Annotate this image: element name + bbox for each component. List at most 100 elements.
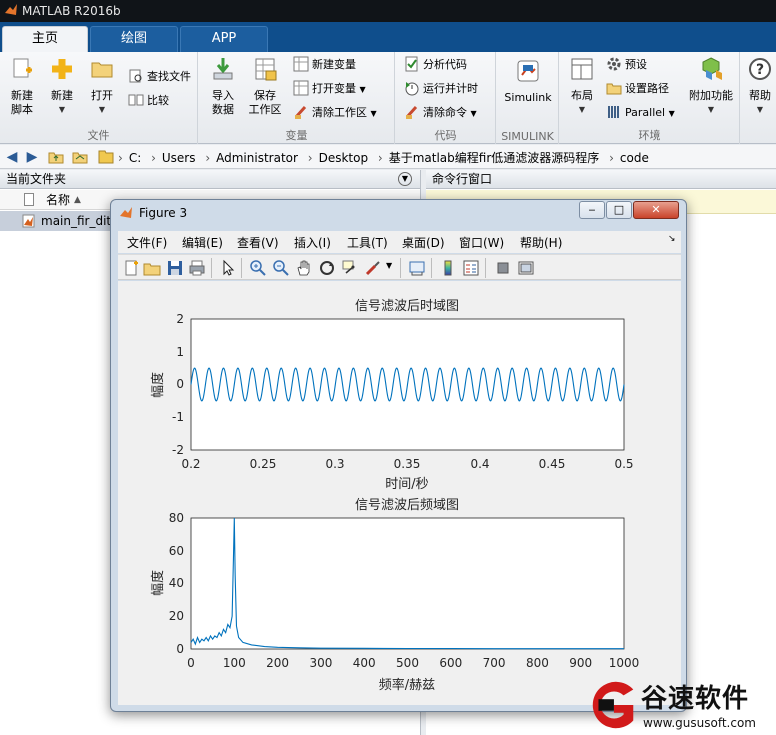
clear-commands-button[interactable]: 清除命令 ▼ [404, 102, 477, 124]
open-file-icon[interactable] [143, 259, 161, 277]
menu-insert[interactable]: 插入(I) [294, 234, 331, 251]
data-cursor-icon[interactable] [341, 259, 359, 277]
help-icon: ? [749, 58, 771, 80]
show-plot-tools-icon[interactable] [517, 259, 535, 277]
menu-window[interactable]: 窗口(W) [459, 234, 504, 251]
x-axis-label: 时间/秒 [385, 477, 428, 492]
breadcrumb-item[interactable]: C: [129, 151, 141, 165]
menu-desktop[interactable]: 桌面(D) [402, 234, 445, 251]
open-variable-button[interactable]: 打开变量 ▼ [293, 78, 366, 100]
breadcrumb-item[interactable]: Desktop [319, 151, 369, 165]
x-tick-label: 500 [396, 656, 419, 670]
x-axis-ticks: 0.2 0.25 0.3 0.35 0.4 0.45 0.5 [181, 457, 633, 471]
figure-title-bar[interactable]: Figure 3 ‒ □ ✕ [111, 200, 686, 226]
forward-arrow-icon[interactable]: ▶ [24, 149, 40, 165]
compare-button[interactable]: 比较 [128, 90, 169, 112]
up-folder-icon[interactable] [48, 149, 64, 165]
run-and-time-button[interactable]: 运行并计时 [404, 78, 478, 100]
chevron-down-icon: ▼ [707, 105, 715, 114]
hide-plot-tools-icon[interactable] [494, 259, 512, 277]
browse-folder-icon[interactable] [72, 149, 88, 165]
back-arrow-icon[interactable]: ◀ [4, 149, 20, 165]
y-axis-label: 幅度 [150, 372, 166, 398]
x-axis-ticks: 0 100 200 300 400 500 600 700 800 900 1000 [187, 656, 639, 670]
tab-plots[interactable]: 绘图 [90, 26, 178, 52]
svg-text:?: ? [756, 62, 764, 78]
app-title: MATLAB R2016b [22, 4, 121, 18]
colorbar-icon[interactable] [439, 259, 457, 277]
legend-icon[interactable] [462, 259, 480, 277]
menu-help[interactable]: 帮助(H) [520, 234, 562, 251]
analyze-code-button[interactable]: 分析代码 [404, 54, 467, 76]
gear-icon [607, 57, 621, 71]
new-button[interactable]: 新建 ▼ [44, 56, 80, 117]
layout-button[interactable]: 布局 ▼ [564, 56, 600, 117]
link-plot-icon[interactable] [408, 259, 426, 277]
menu-view[interactable]: 查看(V) [237, 234, 279, 251]
y-axis-ticks: 2 1 0 -1 -2 [172, 312, 184, 457]
menu-file[interactable]: 文件(F) [127, 234, 167, 251]
breadcrumb-item[interactable]: Administrator [216, 151, 298, 165]
dock-icon[interactable]: ↘ [668, 234, 676, 244]
panel-menu-icon[interactable]: ▼ [398, 172, 412, 186]
add-ons-button[interactable]: 附加功能 ▼ [684, 56, 738, 117]
file-icon [24, 193, 34, 206]
figure-title: Figure 3 [139, 206, 188, 220]
pointer-arrow-icon[interactable] [219, 259, 237, 277]
parallel-button[interactable]: Parallel ▼ [606, 102, 675, 124]
help-button[interactable]: ? 帮助 ▼ [744, 56, 776, 117]
menu-tools[interactable]: 工具(T) [347, 234, 388, 251]
simulink-button[interactable]: Simulink [501, 58, 555, 105]
x-tick-label: 0.4 [470, 457, 489, 471]
panel-title: 当前文件夹 [6, 172, 67, 186]
save-icon[interactable] [166, 259, 184, 277]
menu-edit[interactable]: 编辑(E) [182, 234, 223, 251]
import-data-button[interactable]: 导入 数据 [205, 56, 241, 117]
zoom-out-icon[interactable] [272, 259, 290, 277]
x-axis-label: 频率/赫兹 [379, 677, 435, 693]
ribbon-group-label: 变量 [285, 129, 308, 142]
y-tick-label: -2 [172, 443, 184, 457]
breadcrumb-item[interactable]: code [620, 151, 649, 165]
breadcrumb[interactable]: › C: › Users › Administrator › Desktop › 基于ma… [118, 149, 655, 166]
x-tick-label: 1000 [609, 656, 640, 670]
chevron-down-icon: ▼ [58, 105, 66, 114]
new-figure-icon[interactable] [122, 259, 140, 277]
gususoft-logo-icon [592, 681, 634, 729]
new-script-button[interactable]: 新建 脚本 [4, 56, 40, 117]
new-variable-button[interactable]: 新建变量 [293, 54, 356, 76]
app-title-bar: MATLAB R2016b [0, 0, 776, 22]
find-files-button[interactable]: 查找文件 [128, 66, 191, 88]
open-button[interactable]: 打开 ▼ [84, 56, 120, 117]
plot-area[interactable] [190, 517, 625, 650]
y-tick-label: 1 [176, 345, 184, 359]
tab-apps[interactable]: APP [180, 26, 268, 52]
preferences-button[interactable]: 预设 [606, 54, 647, 76]
ribbon-group-code: 分析代码 运行并计时 清除命令 ▼ 代码 [396, 52, 496, 144]
breadcrumb-item[interactable]: 基于matlab编程fir低通滤波器源码程序 [389, 151, 600, 165]
tab-home[interactable]: 主页 [2, 26, 88, 52]
zoom-in-icon[interactable] [249, 259, 267, 277]
save-workspace-button[interactable]: 保存 工作区 [245, 56, 285, 117]
chevron-down-icon[interactable]: ▼ [386, 261, 392, 270]
pan-hand-icon[interactable] [295, 259, 313, 277]
minimize-button[interactable]: ‒ [579, 201, 605, 219]
clear-workspace-button[interactable]: 清除工作区 ▼ [293, 102, 377, 124]
panel-header: 当前文件夹 ▼ [0, 170, 420, 189]
maximize-button[interactable]: □ [606, 201, 632, 219]
sort-arrow-icon: ▲ [74, 195, 81, 205]
ribbon-group-label: 代码 [434, 129, 457, 142]
print-icon[interactable] [188, 259, 206, 277]
watermark-logo: 谷速软件 www.gususoft.com [583, 672, 776, 735]
close-button[interactable]: ✕ [633, 201, 679, 219]
figure-toolbar: ▼ [118, 254, 681, 280]
find-files-icon [129, 69, 142, 83]
breadcrumb-item[interactable]: Users [162, 151, 196, 165]
brush-icon[interactable] [364, 259, 382, 277]
set-path-button[interactable]: 设置路径 [606, 78, 669, 100]
figure-window[interactable]: Figure 3 ‒ □ ✕ 文件(F) 编辑(E) 查看(V) 插入(I) 工… [110, 199, 687, 712]
rotate-3d-icon[interactable] [318, 259, 336, 277]
folder-icon [98, 150, 114, 164]
panel-title: 命令行窗口 [432, 172, 493, 186]
x-tick-label: 800 [526, 656, 549, 670]
